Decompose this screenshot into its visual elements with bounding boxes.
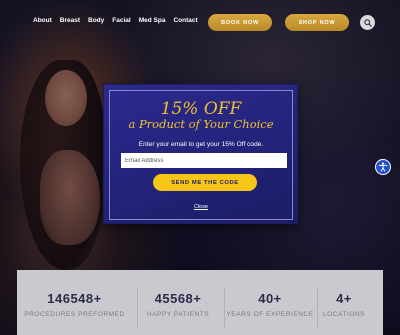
nav-link-body[interactable]: Body (88, 17, 104, 24)
stat-label: HAPPY PATIENTS (146, 311, 210, 318)
discount-popup: 15% OFF a Product of Your Choice Enter y… (103, 84, 298, 224)
send-code-button[interactable]: SEND ME THE CODE (153, 174, 257, 191)
popup-prompt: Enter your email to get your 15% Off cod… (138, 141, 264, 148)
stat-procedures: 146548+ PROCEDURES PREFORMED (17, 270, 132, 335)
shop-now-button[interactable]: SHOP NOW (285, 14, 349, 31)
top-navigation: About Breast Body Facial Med Spa Contact… (0, 0, 400, 44)
nav-link-med-spa[interactable]: Med Spa (139, 17, 166, 24)
email-field[interactable] (121, 153, 287, 168)
nav-link-contact[interactable]: Contact (173, 17, 197, 24)
nav-link-facial[interactable]: Facial (112, 17, 130, 24)
stat-experience: 40+ YEARS OF EXPERIENCE (225, 270, 315, 335)
nav-link-about[interactable]: About (33, 17, 52, 24)
stat-value: 4+ (336, 291, 352, 306)
close-link[interactable]: Close (110, 204, 292, 210)
stat-locations: 4+ LOCATIONS (318, 270, 370, 335)
nav-link-breast[interactable]: Breast (60, 17, 80, 24)
stat-label: YEARS OF EXPERIENCE (226, 311, 314, 318)
stat-label: LOCATIONS (322, 311, 366, 318)
stats-bar: 146548+ PROCEDURES PREFORMED 45568+ HAPP… (17, 270, 383, 335)
search-icon (363, 18, 372, 27)
popup-frame: 15% OFF a Product of Your Choice Enter y… (109, 90, 293, 220)
popup-title: 15% OFF (160, 99, 242, 119)
accessibility-icon (378, 162, 388, 172)
stat-value: 45568+ (154, 291, 202, 306)
stat-patients: 45568+ HAPPY PATIENTS (138, 270, 218, 335)
stat-label: PROCEDURES PREFORMED (24, 311, 125, 318)
popup-subtitle: a Product of Your Choice (128, 117, 274, 131)
stat-value: 40+ (258, 291, 282, 306)
search-button[interactable] (360, 15, 375, 30)
nav-links: About Breast Body Facial Med Spa Contact (33, 17, 198, 24)
accessibility-button[interactable] (375, 159, 391, 175)
book-now-button[interactable]: BOOK NOW (208, 14, 272, 31)
stat-value: 146548+ (47, 291, 102, 306)
